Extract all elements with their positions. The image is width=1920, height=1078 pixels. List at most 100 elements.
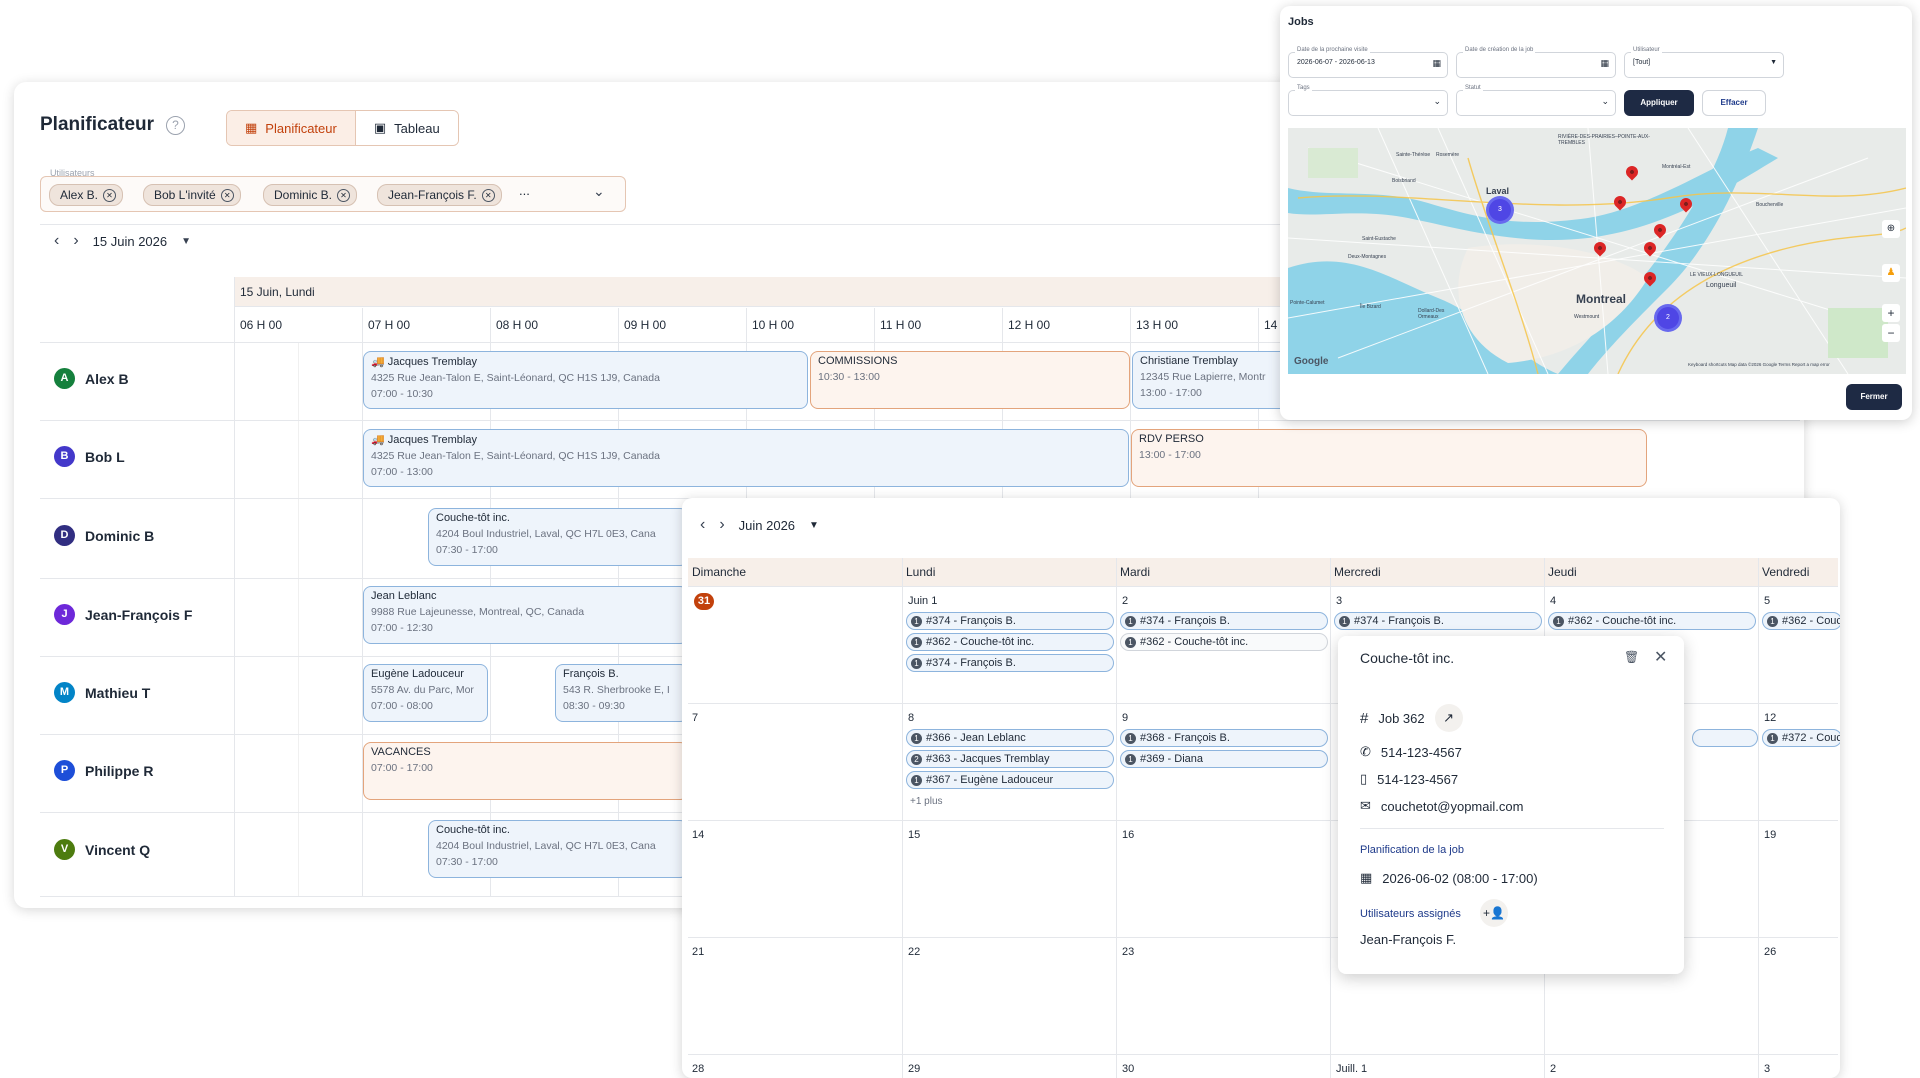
map-label: LE VIEUX-LONGUEUIL [1690, 272, 1744, 278]
weekday-label: Mercredi [1334, 565, 1381, 579]
day-number: 28 [692, 1063, 705, 1075]
user-row-philippe: P Philippe R [54, 760, 153, 781]
remove-chip-icon[interactable]: ✕ [337, 188, 351, 202]
assigned-user: Jean-François F. [1360, 932, 1457, 947]
event-card[interactable]: COMMISSIONS 10:30 - 13:00 [810, 351, 1130, 409]
status-select[interactable]: Statut ⌄ [1456, 85, 1616, 116]
job-pill[interactable]: 1 #362 - Couc [1762, 612, 1840, 630]
user-chip[interactable]: Dominic B. ✕ [263, 184, 358, 206]
job-pill[interactable]: 1 #374 - François B. [906, 612, 1114, 630]
job-pill[interactable]: 1 #369 - Diana [1120, 750, 1328, 768]
clear-button[interactable]: Effacer [1702, 90, 1766, 116]
day-number: 5 [1764, 595, 1771, 607]
grid-line [1116, 558, 1117, 1078]
job-pill[interactable]: 1 #362 - Couche-tôt inc. [906, 633, 1114, 651]
user-chip[interactable]: Jean-François F. ✕ [377, 184, 502, 206]
zoom-in-icon[interactable]: + [1882, 304, 1900, 322]
event-card[interactable]: Jean Leblanc 9988 Rue Lajeunesse, Montre… [363, 586, 688, 644]
event-card[interactable]: RDV PERSO 13:00 - 17:00 [1131, 429, 1647, 487]
calendar-icon[interactable]: ▦ [1432, 58, 1441, 69]
calendar-icon: ▦ [245, 120, 258, 135]
hour-label: 07 H 00 [368, 318, 411, 332]
job-pill[interactable]: 1 #374 - François B. [906, 654, 1114, 672]
users-filter[interactable]: Alex B. ✕ Bob L'invité ✕ Dominic B. ✕ Jean-… [40, 176, 626, 212]
popover-title: Couche-tôt inc. [1360, 650, 1455, 666]
chevron-left-icon[interactable]: ‹ [54, 232, 59, 250]
map-label: Deux-Montagnes [1348, 254, 1387, 260]
job-pill[interactable]: 1 #362 - Couche-tôt inc. [1548, 612, 1756, 630]
mobile-icon: ▯ [1360, 771, 1368, 786]
remove-chip-icon[interactable]: ✕ [481, 188, 495, 202]
event-card[interactable]: Eugène Ladouceur 5578 Av. du Parc, Mor 0… [363, 664, 488, 722]
chevron-right-icon[interactable]: › [73, 232, 78, 250]
day-number: 21 [692, 946, 705, 958]
board-icon: ▣ [373, 120, 387, 135]
date-navigation: ‹ › 15 Juin 2026 ▼ [54, 232, 191, 250]
help-icon[interactable]: ? [166, 116, 185, 135]
map-cluster[interactable]: 3 [1486, 196, 1514, 224]
map-recenter-icon[interactable]: ⊕ [1882, 220, 1900, 238]
map-attribution[interactable]: Keyboard shortcuts Map data ©2026 Google… [1688, 362, 1830, 367]
user-chip[interactable]: Alex B. ✕ [49, 184, 124, 206]
chevron-left-icon[interactable]: ‹ [700, 516, 705, 534]
created-date-field[interactable]: Date de création de la job ▦ [1456, 47, 1616, 78]
avatar: M [54, 682, 75, 703]
close-button[interactable]: Fermer [1846, 384, 1902, 410]
truck-icon: 🚚 [371, 356, 385, 368]
today-badge[interactable]: 31 [694, 593, 714, 610]
weekday-header: Dimanche Lundi Mardi Mercredi Jeudi Vend… [688, 558, 1838, 586]
trash-icon[interactable]: 🗑 [1624, 650, 1639, 664]
close-icon[interactable]: ✕ [1654, 647, 1667, 667]
day-number: 16 [1122, 829, 1135, 841]
zoom-out-icon[interactable]: − [1882, 324, 1900, 342]
external-link-icon[interactable]: ↗ [1434, 704, 1463, 732]
map-cluster[interactable]: 2 [1654, 304, 1682, 332]
tab-planificateur[interactable]: ▦ Planificateur [227, 111, 356, 145]
calendar-icon[interactable]: ▦ [1600, 58, 1609, 69]
add-user-icon[interactable]: +👤 [1480, 899, 1508, 927]
remove-chip-icon[interactable]: ✕ [103, 188, 117, 202]
chevron-down-icon[interactable]: ⌄ [593, 183, 605, 200]
user-select[interactable]: Utilisateur [Tout] ▼ [1624, 47, 1784, 78]
map[interactable]: Laval Montreal Longueuil LE VIEUX-LONGUE… [1288, 128, 1906, 374]
next-visit-field[interactable]: Date de la prochaine visite 2026-06-07 -… [1288, 47, 1448, 78]
map-label: Westmount [1574, 314, 1600, 320]
event-card[interactable]: 🚚 Jacques Tremblay 4325 Rue Jean-Talon E,… [363, 351, 808, 409]
job-pill-selected[interactable]: 1 #362 - Couche-tôt inc. [1120, 633, 1328, 651]
user-chip[interactable]: Bob L'invité ✕ [143, 184, 241, 206]
job-pill[interactable]: 1 #367 - Eugène Ladouceur [906, 771, 1114, 789]
tab-tableau[interactable]: ▣ Tableau [355, 111, 458, 145]
caret-down-icon[interactable]: ▼ [181, 236, 191, 247]
panel-title: Jobs [1288, 16, 1314, 28]
avatar: P [54, 760, 75, 781]
event-card[interactable]: Couche-tôt inc. 4204 Boul Industriel, La… [428, 820, 688, 878]
tags-select[interactable]: Tags ⌄ [1288, 85, 1448, 116]
phone-row: ✆ 514-123-4567 [1360, 744, 1462, 760]
event-card[interactable]: VACANCES 07:00 - 17:00 [363, 742, 688, 800]
more-link[interactable]: +1 plus [910, 796, 943, 807]
caret-down-icon[interactable]: ▼ [1770, 59, 1777, 66]
job-pill[interactable]: 1 #374 - François B. [1120, 612, 1328, 630]
event-card[interactable]: Couche-tôt inc. 4204 Boul Industriel, La… [428, 508, 688, 566]
date-picker[interactable]: 15 Juin 2026 [93, 234, 167, 249]
day-number: 23 [1122, 946, 1135, 958]
job-pill[interactable]: 1 #366 - Jean Leblanc [906, 729, 1114, 747]
job-pill[interactable]: 1 #368 - François B. [1120, 729, 1328, 747]
map-label: Boucherville [1756, 202, 1784, 208]
chevron-down-icon[interactable]: ⌄ [1433, 96, 1441, 107]
chevron-down-icon[interactable]: ⌄ [1601, 96, 1609, 107]
job-pill[interactable] [1692, 729, 1758, 747]
caret-down-icon[interactable]: ▼ [809, 520, 819, 531]
street-view-icon[interactable]: ♟ [1882, 264, 1900, 282]
apply-button[interactable]: Appliquer [1624, 90, 1694, 116]
map-label: Sainte-Thérèse [1396, 152, 1431, 158]
chevron-right-icon[interactable]: › [719, 516, 724, 534]
month-picker[interactable]: Juin 2026 [739, 518, 795, 533]
job-pill[interactable]: 2 #363 - Jacques Tremblay [906, 750, 1114, 768]
event-card[interactable]: 🚚 Jacques Tremblay 4325 Rue Jean-Talon E,… [363, 429, 1129, 487]
event-card[interactable]: Christiane Tremblay 12345 Rue Lapierre, … [1132, 351, 1292, 409]
event-card[interactable]: François B. 543 R. Sherbrooke E, I 08:30… [555, 664, 688, 722]
job-pill[interactable]: 1 #372 - Couc [1762, 729, 1840, 747]
remove-chip-icon[interactable]: ✕ [220, 188, 234, 202]
job-pill[interactable]: 1 #374 - François B. [1334, 612, 1542, 630]
